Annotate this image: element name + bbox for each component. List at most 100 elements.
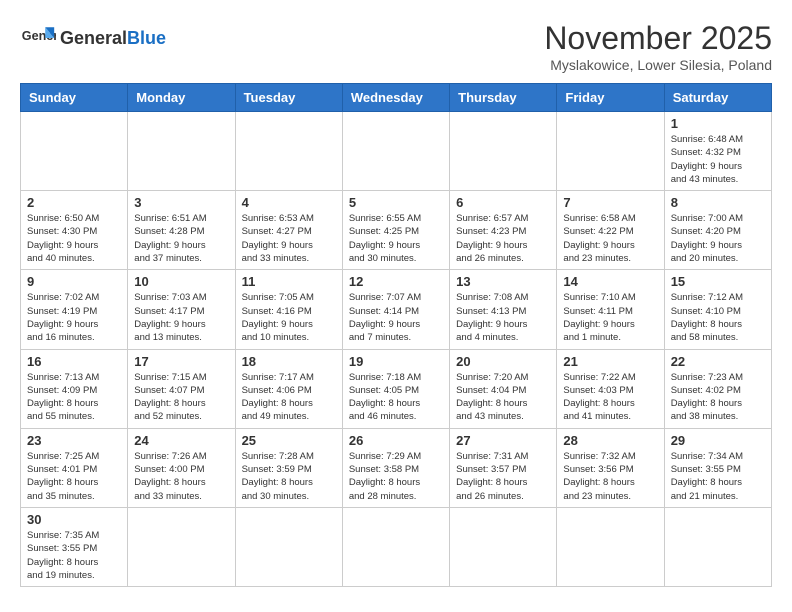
- day-info: Sunrise: 7:26 AM Sunset: 4:00 PM Dayligh…: [134, 450, 228, 503]
- day-cell: [21, 112, 128, 191]
- week-row-0: 1Sunrise: 6:48 AM Sunset: 4:32 PM Daylig…: [21, 112, 772, 191]
- day-info: Sunrise: 7:20 AM Sunset: 4:04 PM Dayligh…: [456, 371, 550, 424]
- day-info: Sunrise: 6:57 AM Sunset: 4:23 PM Dayligh…: [456, 212, 550, 265]
- day-cell: 15 Sunrise: 7:12 AM Sunset: 4:10 PM Dayli…: [664, 270, 771, 349]
- day-number: 12: [349, 274, 443, 289]
- day-cell: 8Sunrise: 7:00 AM Sunset: 4:20 PM Daylig…: [664, 191, 771, 270]
- day-number: 25: [242, 433, 336, 448]
- month-title: November 2025: [544, 20, 772, 57]
- day-number: 8: [671, 195, 765, 210]
- day-number: 16: [27, 354, 121, 369]
- day-info: Sunrise: 7:29 AM Sunset: 3:58 PM Dayligh…: [349, 450, 443, 503]
- day-cell: [128, 112, 235, 191]
- day-cell: [235, 507, 342, 586]
- day-number: 9: [27, 274, 121, 289]
- day-number: 3: [134, 195, 228, 210]
- day-cell: 2 Sunrise: 6:50 AM Sunset: 4:30 PM Daylig…: [21, 191, 128, 270]
- day-number: 29: [671, 433, 765, 448]
- day-info: Sunrise: 7:25 AM Sunset: 4:01 PM Dayligh…: [27, 450, 121, 503]
- header-friday: Friday: [557, 84, 664, 112]
- day-cell: 11Sunrise: 7:05 AM Sunset: 4:16 PM Dayli…: [235, 270, 342, 349]
- day-info: Sunrise: 7:08 AM Sunset: 4:13 PM Dayligh…: [456, 291, 550, 344]
- day-cell: 26 Sunrise: 7:29 AM Sunset: 3:58 PM Dayli…: [342, 428, 449, 507]
- header-saturday: Saturday: [664, 84, 771, 112]
- day-cell: 18Sunrise: 7:17 AM Sunset: 4:06 PM Dayli…: [235, 349, 342, 428]
- day-cell: 3Sunrise: 6:51 AM Sunset: 4:28 PM Daylig…: [128, 191, 235, 270]
- day-cell: 13 Sunrise: 7:08 AM Sunset: 4:13 PM Dayli…: [450, 270, 557, 349]
- day-info: Sunrise: 6:55 AM Sunset: 4:25 PM Dayligh…: [349, 212, 443, 265]
- day-info: Sunrise: 7:28 AM Sunset: 3:59 PM Dayligh…: [242, 450, 336, 503]
- day-info: Sunrise: 7:07 AM Sunset: 4:14 PM Dayligh…: [349, 291, 443, 344]
- day-cell: 16Sunrise: 7:13 AM Sunset: 4:09 PM Dayli…: [21, 349, 128, 428]
- day-cell: 1Sunrise: 6:48 AM Sunset: 4:32 PM Daylig…: [664, 112, 771, 191]
- day-cell: 23Sunrise: 7:25 AM Sunset: 4:01 PM Dayli…: [21, 428, 128, 507]
- day-cell: 25 Sunrise: 7:28 AM Sunset: 3:59 PM Dayli…: [235, 428, 342, 507]
- header-monday: Monday: [128, 84, 235, 112]
- day-info: Sunrise: 7:17 AM Sunset: 4:06 PM Dayligh…: [242, 371, 336, 424]
- day-number: 11: [242, 274, 336, 289]
- day-cell: 5 Sunrise: 6:55 AM Sunset: 4:25 PM Daylig…: [342, 191, 449, 270]
- day-number: 10: [134, 274, 228, 289]
- day-info: Sunrise: 7:10 AM Sunset: 4:11 PM Dayligh…: [563, 291, 657, 344]
- calendar-table: SundayMondayTuesdayWednesdayThursdayFrid…: [20, 83, 772, 587]
- day-info: Sunrise: 7:12 AM Sunset: 4:10 PM Dayligh…: [671, 291, 765, 344]
- header-wednesday: Wednesday: [342, 84, 449, 112]
- day-number: 7: [563, 195, 657, 210]
- day-number: 13: [456, 274, 550, 289]
- header-sunday: Sunday: [21, 84, 128, 112]
- day-info: Sunrise: 7:22 AM Sunset: 4:03 PM Dayligh…: [563, 371, 657, 424]
- day-number: 20: [456, 354, 550, 369]
- day-cell: 24 Sunrise: 7:26 AM Sunset: 4:00 PM Dayli…: [128, 428, 235, 507]
- day-number: 19: [349, 354, 443, 369]
- day-cell: 17 Sunrise: 7:15 AM Sunset: 4:07 PM Dayli…: [128, 349, 235, 428]
- day-info: Sunrise: 6:58 AM Sunset: 4:22 PM Dayligh…: [563, 212, 657, 265]
- day-cell: 29 Sunrise: 7:34 AM Sunset: 3:55 PM Dayli…: [664, 428, 771, 507]
- logo: General GeneralBlue: [20, 20, 166, 56]
- header-tuesday: Tuesday: [235, 84, 342, 112]
- week-row-1: 2 Sunrise: 6:50 AM Sunset: 4:30 PM Daylig…: [21, 191, 772, 270]
- day-info: Sunrise: 6:53 AM Sunset: 4:27 PM Dayligh…: [242, 212, 336, 265]
- day-cell: 6 Sunrise: 6:57 AM Sunset: 4:23 PM Daylig…: [450, 191, 557, 270]
- day-number: 17: [134, 354, 228, 369]
- location-title: Myslakowice, Lower Silesia, Poland: [544, 57, 772, 73]
- day-cell: 4 Sunrise: 6:53 AM Sunset: 4:27 PM Daylig…: [235, 191, 342, 270]
- day-cell: 20 Sunrise: 7:20 AM Sunset: 4:04 PM Dayli…: [450, 349, 557, 428]
- day-info: Sunrise: 7:18 AM Sunset: 4:05 PM Dayligh…: [349, 371, 443, 424]
- day-number: 24: [134, 433, 228, 448]
- week-row-4: 23Sunrise: 7:25 AM Sunset: 4:01 PM Dayli…: [21, 428, 772, 507]
- day-cell: 28Sunrise: 7:32 AM Sunset: 3:56 PM Dayli…: [557, 428, 664, 507]
- day-cell: 14 Sunrise: 7:10 AM Sunset: 4:11 PM Dayli…: [557, 270, 664, 349]
- day-number: 5: [349, 195, 443, 210]
- day-number: 14: [563, 274, 657, 289]
- day-number: 28: [563, 433, 657, 448]
- day-cell: 19 Sunrise: 7:18 AM Sunset: 4:05 PM Dayli…: [342, 349, 449, 428]
- day-cell: [664, 507, 771, 586]
- week-row-3: 16Sunrise: 7:13 AM Sunset: 4:09 PM Dayli…: [21, 349, 772, 428]
- day-cell: 22Sunrise: 7:23 AM Sunset: 4:02 PM Dayli…: [664, 349, 771, 428]
- day-info: Sunrise: 7:31 AM Sunset: 3:57 PM Dayligh…: [456, 450, 550, 503]
- day-number: 22: [671, 354, 765, 369]
- day-cell: [235, 112, 342, 191]
- day-number: 21: [563, 354, 657, 369]
- day-info: Sunrise: 7:15 AM Sunset: 4:07 PM Dayligh…: [134, 371, 228, 424]
- day-cell: 9 Sunrise: 7:02 AM Sunset: 4:19 PM Daylig…: [21, 270, 128, 349]
- day-number: 30: [27, 512, 121, 527]
- day-info: Sunrise: 7:02 AM Sunset: 4:19 PM Dayligh…: [27, 291, 121, 344]
- day-cell: 7 Sunrise: 6:58 AM Sunset: 4:22 PM Daylig…: [557, 191, 664, 270]
- day-cell: [557, 507, 664, 586]
- day-number: 27: [456, 433, 550, 448]
- day-info: Sunrise: 6:50 AM Sunset: 4:30 PM Dayligh…: [27, 212, 121, 265]
- day-cell: [128, 507, 235, 586]
- day-number: 6: [456, 195, 550, 210]
- day-cell: [450, 112, 557, 191]
- logo-text: GeneralBlue: [60, 29, 166, 47]
- day-number: 1: [671, 116, 765, 131]
- day-number: 26: [349, 433, 443, 448]
- day-cell: [342, 112, 449, 191]
- day-number: 15: [671, 274, 765, 289]
- day-number: 4: [242, 195, 336, 210]
- day-info: Sunrise: 7:34 AM Sunset: 3:55 PM Dayligh…: [671, 450, 765, 503]
- day-info: Sunrise: 7:35 AM Sunset: 3:55 PM Dayligh…: [27, 529, 121, 582]
- day-number: 2: [27, 195, 121, 210]
- header-thursday: Thursday: [450, 84, 557, 112]
